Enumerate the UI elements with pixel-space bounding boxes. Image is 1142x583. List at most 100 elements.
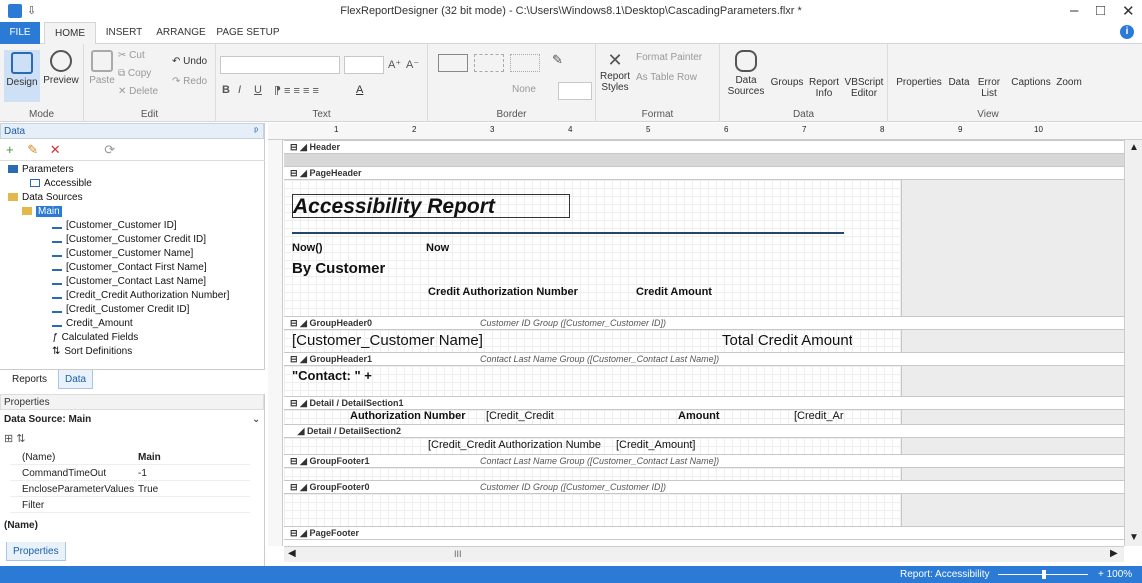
error-list-button[interactable]: Error List (972, 77, 1006, 99)
tab-file[interactable]: FILE (0, 22, 40, 44)
maximize-button[interactable]: □ (1096, 2, 1105, 19)
now-value-field[interactable]: Now (426, 242, 449, 254)
zoom-thumb[interactable] (1042, 570, 1046, 579)
tab-home[interactable]: HOME (44, 22, 96, 44)
tree-item-field[interactable]: [Customer_Customer ID] (52, 219, 177, 233)
tree-item-sort-definitions[interactable]: ⇅ Sort Definitions (52, 345, 132, 359)
section-pageheader[interactable]: ⊟ ◢ PageHeader (284, 166, 1124, 180)
redo-button[interactable]: ↷ Redo (172, 76, 207, 87)
grow-font-button[interactable]: A⁺ (388, 58, 401, 71)
detail2-auth-field[interactable]: [Credit_Credit Authorization Numbe (428, 439, 601, 451)
zoom-button[interactable]: Zoom (1054, 77, 1084, 88)
undo-button[interactable]: ↶ Undo (172, 56, 207, 67)
pen-icon[interactable]: ✎ (552, 52, 563, 68)
groups-button[interactable]: Groups (770, 77, 804, 88)
refresh-icon[interactable]: ⟳ (104, 142, 115, 157)
vertical-scrollbar[interactable]: ▲ ▼ (1124, 140, 1142, 546)
border-dot-icon[interactable] (510, 54, 540, 72)
italic-button[interactable]: I (238, 84, 241, 96)
credit-auth-header[interactable]: Credit Authorization Number (428, 286, 578, 298)
title-rule-line[interactable] (292, 232, 844, 234)
tab-page-setup[interactable]: PAGE SETUP (214, 22, 282, 44)
underline-button[interactable]: U (254, 84, 262, 96)
section-groupfooter0[interactable]: ⊟ ◢ GroupFooter0 Customer ID Group ([Cust… (284, 480, 1124, 494)
tab-reports[interactable]: Reports (6, 370, 53, 389)
report-info-button[interactable]: Report Info (804, 77, 844, 99)
amount-label[interactable]: Amount (678, 410, 720, 422)
edit-icon[interactable]: ✎ (27, 142, 38, 157)
report-title-field[interactable]: Accessibility Report (292, 194, 570, 218)
sort-alpha-icon[interactable]: ⊞ ⇅ (4, 432, 26, 445)
tree-item-main[interactable]: Main (22, 205, 62, 219)
font-size-combo[interactable] (344, 56, 384, 74)
vbscript-editor-button[interactable]: VBScript Editor (844, 77, 884, 99)
as-table-row-button[interactable]: As Table Row (636, 72, 697, 83)
now-field[interactable]: Now() (292, 242, 323, 254)
add-icon[interactable]: + (6, 142, 14, 157)
property-row[interactable]: EncloseParameterValues True (10, 484, 250, 497)
property-row[interactable]: CommandTimeOut -1 (10, 468, 250, 481)
minimize-button[interactable]: – (1070, 2, 1078, 19)
captions-button[interactable]: Captions (1008, 77, 1054, 88)
section-groupfooter1[interactable]: ⊟ ◢ GroupFooter1 Contact Last Name Group … (284, 454, 1124, 468)
border-width-combo[interactable] (558, 82, 592, 100)
tree-item-field[interactable]: [Customer_Customer Name] (52, 247, 193, 261)
tree-item-field[interactable]: [Customer_Customer Credit ID] (52, 233, 206, 247)
tree-item-field[interactable]: [Customer_Contact Last Name] (52, 275, 206, 289)
section-groupheader0[interactable]: ⊟ ◢ GroupHeader0 Customer ID Group ([Cust… (284, 316, 1124, 330)
total-credit-field[interactable]: Total Credit Amount (722, 332, 852, 349)
pin-icon[interactable]: ᵖ (254, 124, 258, 140)
horizontal-scrollbar[interactable]: ◀ III ▶ (284, 546, 1124, 562)
paste-button[interactable]: Paste (88, 50, 116, 86)
credit-amount-header[interactable]: Credit Amount (636, 286, 712, 298)
tab-arrange[interactable]: ARRANGE (152, 22, 210, 44)
section-detail1[interactable]: ⊟ ◢ Detail / DetailSection1 (284, 396, 1124, 410)
font-color-button[interactable]: A (356, 84, 363, 96)
tree-item-field[interactable]: Credit_Amount (52, 317, 133, 331)
scroll-left-icon[interactable]: ◀ (288, 548, 296, 559)
data-sources-button[interactable]: Data Sources (726, 50, 766, 97)
tree-item-field[interactable]: [Credit_Credit Authorization Number] (52, 289, 229, 303)
data-view-button[interactable]: Data (946, 77, 972, 88)
property-row[interactable]: Filter (10, 500, 250, 513)
chevron-down-icon[interactable]: ⌄ (252, 414, 260, 425)
credit-credit-field[interactable]: [Credit_Credit (486, 410, 554, 422)
report-design-surface[interactable]: ⊟ ◢ Header ⊟ ◢ PageHeader Accessibility … (284, 140, 1124, 546)
format-painter-button[interactable]: Format Painter (636, 52, 702, 63)
bold-button[interactable]: B (222, 84, 230, 96)
tree-item-parameters[interactable]: Parameters (8, 163, 74, 177)
scroll-thumb[interactable]: III (454, 549, 462, 559)
scroll-right-icon[interactable]: ▶ (1110, 548, 1118, 559)
tree-item-calculated-fields[interactable]: ƒ Calculated Fields (52, 331, 138, 345)
cut-button[interactable]: ✂ Cut (118, 50, 145, 61)
font-name-combo[interactable] (220, 56, 340, 74)
report-styles-button[interactable]: ✕ Report Styles (598, 50, 632, 93)
delete-icon[interactable]: ✕ (50, 142, 61, 157)
detail2-amount-field[interactable]: [Credit_Amount] (616, 439, 695, 451)
tab-properties[interactable]: Properties (6, 542, 66, 561)
copy-button[interactable]: ⧉ Copy (118, 68, 151, 79)
section-groupheader1[interactable]: ⊟ ◢ GroupHeader1 Contact Last Name Group … (284, 352, 1124, 366)
tree-item-field[interactable]: [Customer_Contact First Name] (52, 261, 207, 275)
section-detail2[interactable]: ◢ Detail / DetailSection2 (284, 424, 1124, 438)
preview-button[interactable]: Preview (42, 50, 80, 86)
quick-access-dropdown-icon[interactable]: ⇩ (27, 4, 36, 17)
tree-item-data-sources[interactable]: Data Sources (8, 191, 83, 205)
scroll-up-icon[interactable]: ▲ (1129, 142, 1139, 153)
help-icon[interactable]: i (1120, 25, 1134, 39)
align-icons[interactable]: ⁋ ≡ ≡ ≡ ≡ (274, 84, 319, 97)
tab-data[interactable]: Data (58, 370, 94, 389)
tree-item-field[interactable]: [Credit_Customer Credit ID] (52, 303, 189, 317)
section-pagefooter[interactable]: ⊟ ◢ PageFooter (284, 526, 1124, 540)
by-customer-label[interactable]: By Customer (292, 260, 385, 277)
border-dash-icon[interactable] (474, 54, 504, 72)
contact-field[interactable]: "Contact: " + (292, 368, 372, 383)
scroll-down-icon[interactable]: ▼ (1129, 532, 1139, 543)
credit-amount-field[interactable]: [Credit_Ar (794, 410, 844, 422)
property-row[interactable]: (Name) Main (10, 452, 250, 465)
close-button[interactable]: ✕ (1122, 2, 1135, 20)
properties-view-button[interactable]: Properties (892, 77, 946, 88)
delete-button[interactable]: ✕ Delete (118, 86, 158, 97)
shrink-font-button[interactable]: A⁻ (406, 58, 419, 71)
border-none-button[interactable]: None (512, 84, 536, 95)
